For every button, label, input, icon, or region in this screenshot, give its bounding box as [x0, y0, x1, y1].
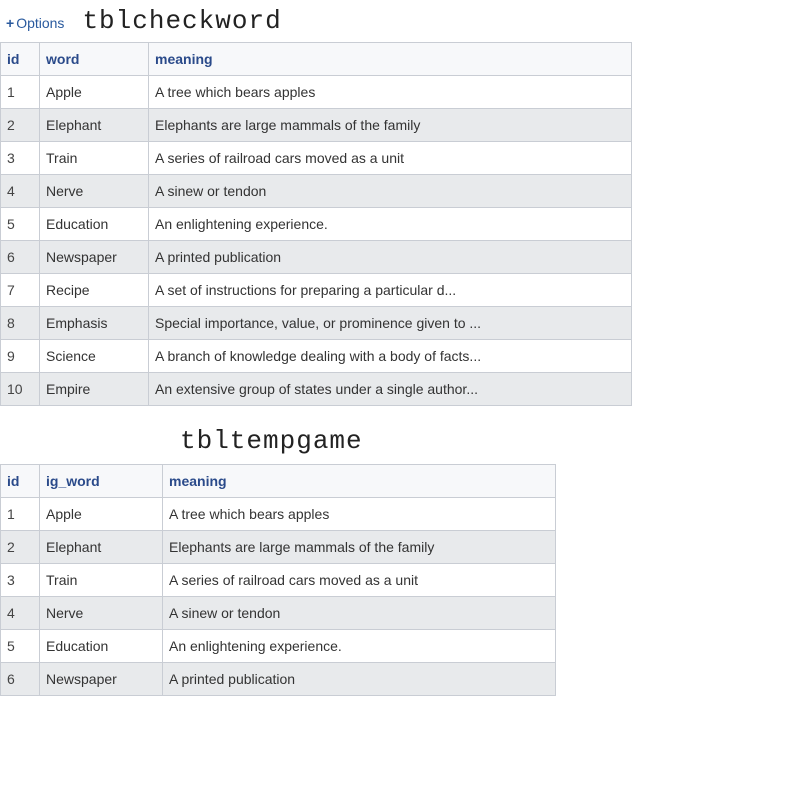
cell-id: 1 [1, 76, 40, 109]
table2-header-id[interactable]: id [1, 465, 40, 498]
table-row[interactable]: 5EducationAn enlightening experience. [1, 630, 556, 663]
table1-header-word[interactable]: word [40, 43, 149, 76]
table-row[interactable]: 7RecipeA set of instructions for prepari… [1, 274, 632, 307]
table2-title: tbltempgame [0, 426, 800, 456]
cell-id: 3 [1, 142, 40, 175]
cell-igword: Train [40, 564, 163, 597]
cell-id: 7 [1, 274, 40, 307]
table-row[interactable]: 1AppleA tree which bears apples [1, 76, 632, 109]
table-row[interactable]: 6NewspaperA printed publication [1, 241, 632, 274]
cell-id: 10 [1, 373, 40, 406]
cell-word: Emphasis [40, 307, 149, 340]
cell-id: 5 [1, 630, 40, 663]
cell-id: 4 [1, 597, 40, 630]
cell-meaning: An enlightening experience. [163, 630, 556, 663]
cell-meaning: A tree which bears apples [149, 76, 632, 109]
cell-word: Elephant [40, 109, 149, 142]
cell-word: Education [40, 208, 149, 241]
cell-word: Empire [40, 373, 149, 406]
cell-meaning: A sinew or tendon [149, 175, 632, 208]
cell-igword: Nerve [40, 597, 163, 630]
cell-meaning: Elephants are large mammals of the famil… [149, 109, 632, 142]
cell-id: 4 [1, 175, 40, 208]
cell-meaning: A printed publication [149, 241, 632, 274]
cell-meaning: A set of instructions for preparing a pa… [149, 274, 632, 307]
cell-meaning: A sinew or tendon [163, 597, 556, 630]
table-tempgame: id ig_word meaning 1AppleA tree which be… [0, 464, 556, 696]
cell-meaning: Special importance, value, or prominence… [149, 307, 632, 340]
cell-word: Train [40, 142, 149, 175]
cell-meaning: A printed publication [163, 663, 556, 696]
plus-icon: + [6, 15, 14, 31]
table2-header-igword[interactable]: ig_word [40, 465, 163, 498]
cell-igword: Apple [40, 498, 163, 531]
table-row[interactable]: 10EmpireAn extensive group of states und… [1, 373, 632, 406]
table1-header-id[interactable]: id [1, 43, 40, 76]
cell-id: 2 [1, 109, 40, 142]
table2-header-meaning[interactable]: meaning [163, 465, 556, 498]
cell-meaning: A series of railroad cars moved as a uni… [149, 142, 632, 175]
table-row[interactable]: 6NewspaperA printed publication [1, 663, 556, 696]
cell-meaning: A branch of knowledge dealing with a bod… [149, 340, 632, 373]
cell-word: Recipe [40, 274, 149, 307]
table-row[interactable]: 4NerveA sinew or tendon [1, 175, 632, 208]
cell-word: Apple [40, 76, 149, 109]
cell-id: 9 [1, 340, 40, 373]
table-row[interactable]: 4NerveA sinew or tendon [1, 597, 556, 630]
cell-word: Science [40, 340, 149, 373]
cell-id: 6 [1, 241, 40, 274]
table1-title: tblcheckword [82, 6, 281, 36]
options-label: Options [16, 15, 64, 31]
cell-id: 6 [1, 663, 40, 696]
table-checkword: id word meaning 1AppleA tree which bears… [0, 42, 632, 406]
table1-header-meaning[interactable]: meaning [149, 43, 632, 76]
table-row[interactable]: 9ScienceA branch of knowledge dealing wi… [1, 340, 632, 373]
cell-meaning: Elephants are large mammals of the famil… [163, 531, 556, 564]
cell-meaning: An enlightening experience. [149, 208, 632, 241]
table-row[interactable]: 2ElephantElephants are large mammals of … [1, 531, 556, 564]
table-row[interactable]: 1AppleA tree which bears apples [1, 498, 556, 531]
cell-id: 3 [1, 564, 40, 597]
table-row[interactable]: 3TrainA series of railroad cars moved as… [1, 142, 632, 175]
table-row[interactable]: 5EducationAn enlightening experience. [1, 208, 632, 241]
cell-igword: Elephant [40, 531, 163, 564]
cell-meaning: A series of railroad cars moved as a uni… [163, 564, 556, 597]
cell-meaning: An extensive group of states under a sin… [149, 373, 632, 406]
cell-igword: Newspaper [40, 663, 163, 696]
cell-id: 8 [1, 307, 40, 340]
table-row[interactable]: 3TrainA series of railroad cars moved as… [1, 564, 556, 597]
cell-id: 1 [1, 498, 40, 531]
table-row[interactable]: 2ElephantElephants are large mammals of … [1, 109, 632, 142]
cell-igword: Education [40, 630, 163, 663]
cell-word: Newspaper [40, 241, 149, 274]
cell-id: 2 [1, 531, 40, 564]
options-toggle[interactable]: +Options [6, 15, 64, 31]
cell-meaning: A tree which bears apples [163, 498, 556, 531]
cell-word: Nerve [40, 175, 149, 208]
table-row[interactable]: 8EmphasisSpecial importance, value, or p… [1, 307, 632, 340]
cell-id: 5 [1, 208, 40, 241]
